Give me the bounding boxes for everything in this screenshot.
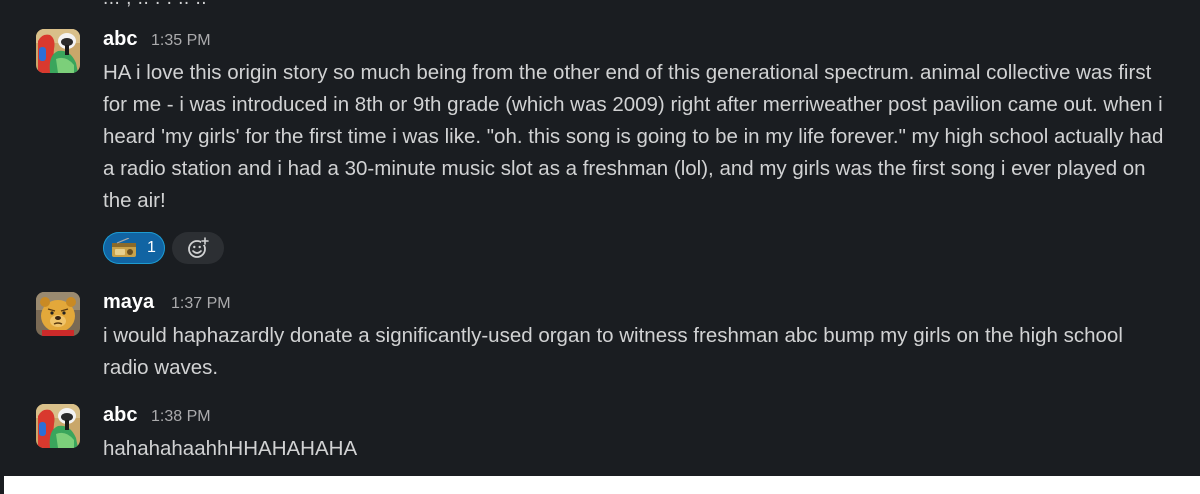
author-name[interactable]: maya [103, 291, 154, 314]
bear-avatar-image [36, 292, 80, 336]
author-name[interactable]: abc [103, 404, 137, 427]
panel-edge [0, 476, 4, 494]
message-timestamp[interactable]: 1:35 PM [151, 32, 211, 50]
avatar-maya[interactable] [36, 292, 80, 336]
parrot-avatar-image [36, 29, 80, 73]
message-text: hahahahaahhHHAHAHAHA [103, 437, 358, 460]
previous-message-fragment: ... , .. . . .. .. [103, 0, 207, 10]
avatar-abc[interactable] [36, 404, 80, 448]
message-timestamp[interactable]: 1:37 PM [171, 295, 231, 313]
message-pane: ... , .. . . .. .. abc 1:35 PM HA i love… [0, 0, 1200, 476]
reaction-count: 1 [147, 239, 156, 256]
author-name[interactable]: abc [103, 28, 137, 51]
message-text: HA i love this origin story so much bein… [103, 61, 1164, 212]
radio-emoji-icon [112, 238, 136, 257]
message-timestamp[interactable]: 1:38 PM [151, 408, 211, 426]
parrot-avatar-image [36, 404, 80, 448]
add-reaction-icon [188, 237, 209, 258]
reaction-radio[interactable]: 1 [103, 232, 165, 264]
add-reaction-button[interactable] [172, 232, 224, 264]
avatar-abc[interactable] [36, 29, 80, 73]
message-text: i would haphazardly donate a significant… [103, 324, 1123, 379]
